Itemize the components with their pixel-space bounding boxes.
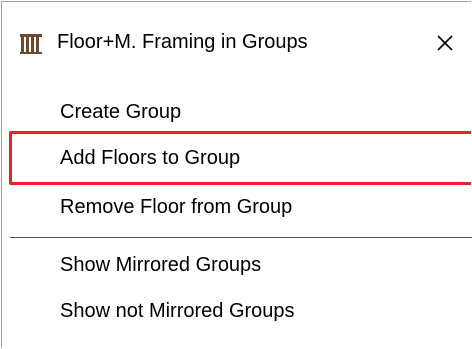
menu-item-label: Add Floors to Group: [60, 147, 241, 169]
panel-title: Floor+M. Framing in Groups: [57, 31, 308, 53]
remove-floor-from-group-menu-item[interactable]: Remove Floor from Group: [2, 184, 472, 230]
menu-item-label: Create Group: [60, 101, 182, 123]
create-group-menu-item[interactable]: Create Group: [2, 89, 472, 135]
menu-item-label: Remove Floor from Group: [60, 196, 293, 218]
floor-framing-panel: Floor+M. Framing in Groups Create Group …: [1, 1, 472, 348]
menu-separator: [10, 237, 472, 238]
show-mirrored-groups-menu-item[interactable]: Show Mirrored Groups: [2, 242, 472, 288]
close-icon[interactable]: [432, 28, 458, 58]
show-not-mirrored-groups-menu-item[interactable]: Show not Mirrored Groups: [2, 288, 472, 334]
add-floors-to-group-menu-item[interactable]: Add Floors to Group: [2, 135, 472, 181]
menu-item-label: Show not Mirrored Groups: [60, 300, 295, 322]
title-bar: Floor+M. Framing in Groups: [2, 2, 472, 84]
menu-item-label: Show Mirrored Groups: [60, 254, 262, 276]
floor-framing-icon: [20, 34, 42, 54]
